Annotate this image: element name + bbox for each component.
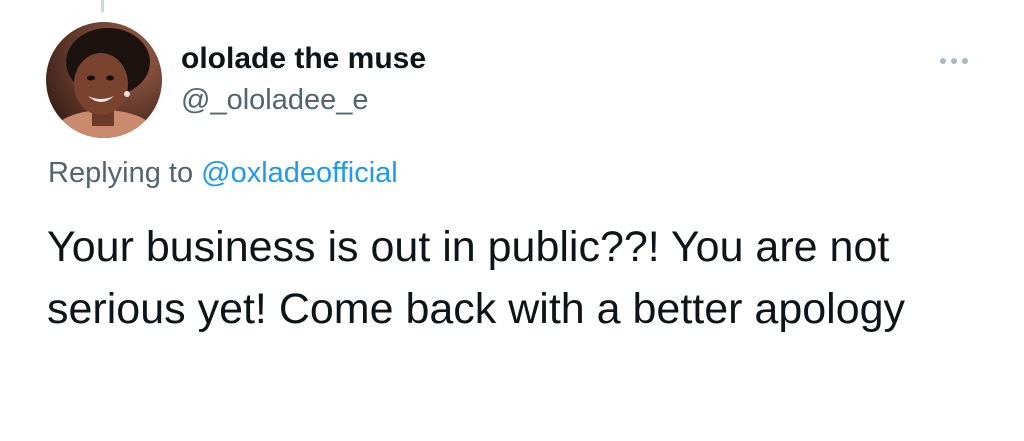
display-name[interactable]: ololade the muse <box>181 42 426 76</box>
replying-to-mention-link[interactable]: @oxladeofficial <box>201 157 398 189</box>
replying-to-label: Replying to <box>48 157 194 189</box>
avatar[interactable] <box>46 22 162 138</box>
thread-connector-line <box>101 0 104 12</box>
more-options-button[interactable] <box>930 48 978 74</box>
more-horizontal-icon <box>940 58 946 64</box>
tweet-text: Your business is out in public??! You ar… <box>47 223 906 333</box>
replying-to-line: Replying to @oxladeofficial <box>48 157 398 190</box>
more-horizontal-icon <box>962 58 968 64</box>
profile-photo-icon <box>46 22 162 138</box>
more-horizontal-icon <box>951 58 957 64</box>
user-handle[interactable]: @_ololadee_e <box>181 84 368 117</box>
